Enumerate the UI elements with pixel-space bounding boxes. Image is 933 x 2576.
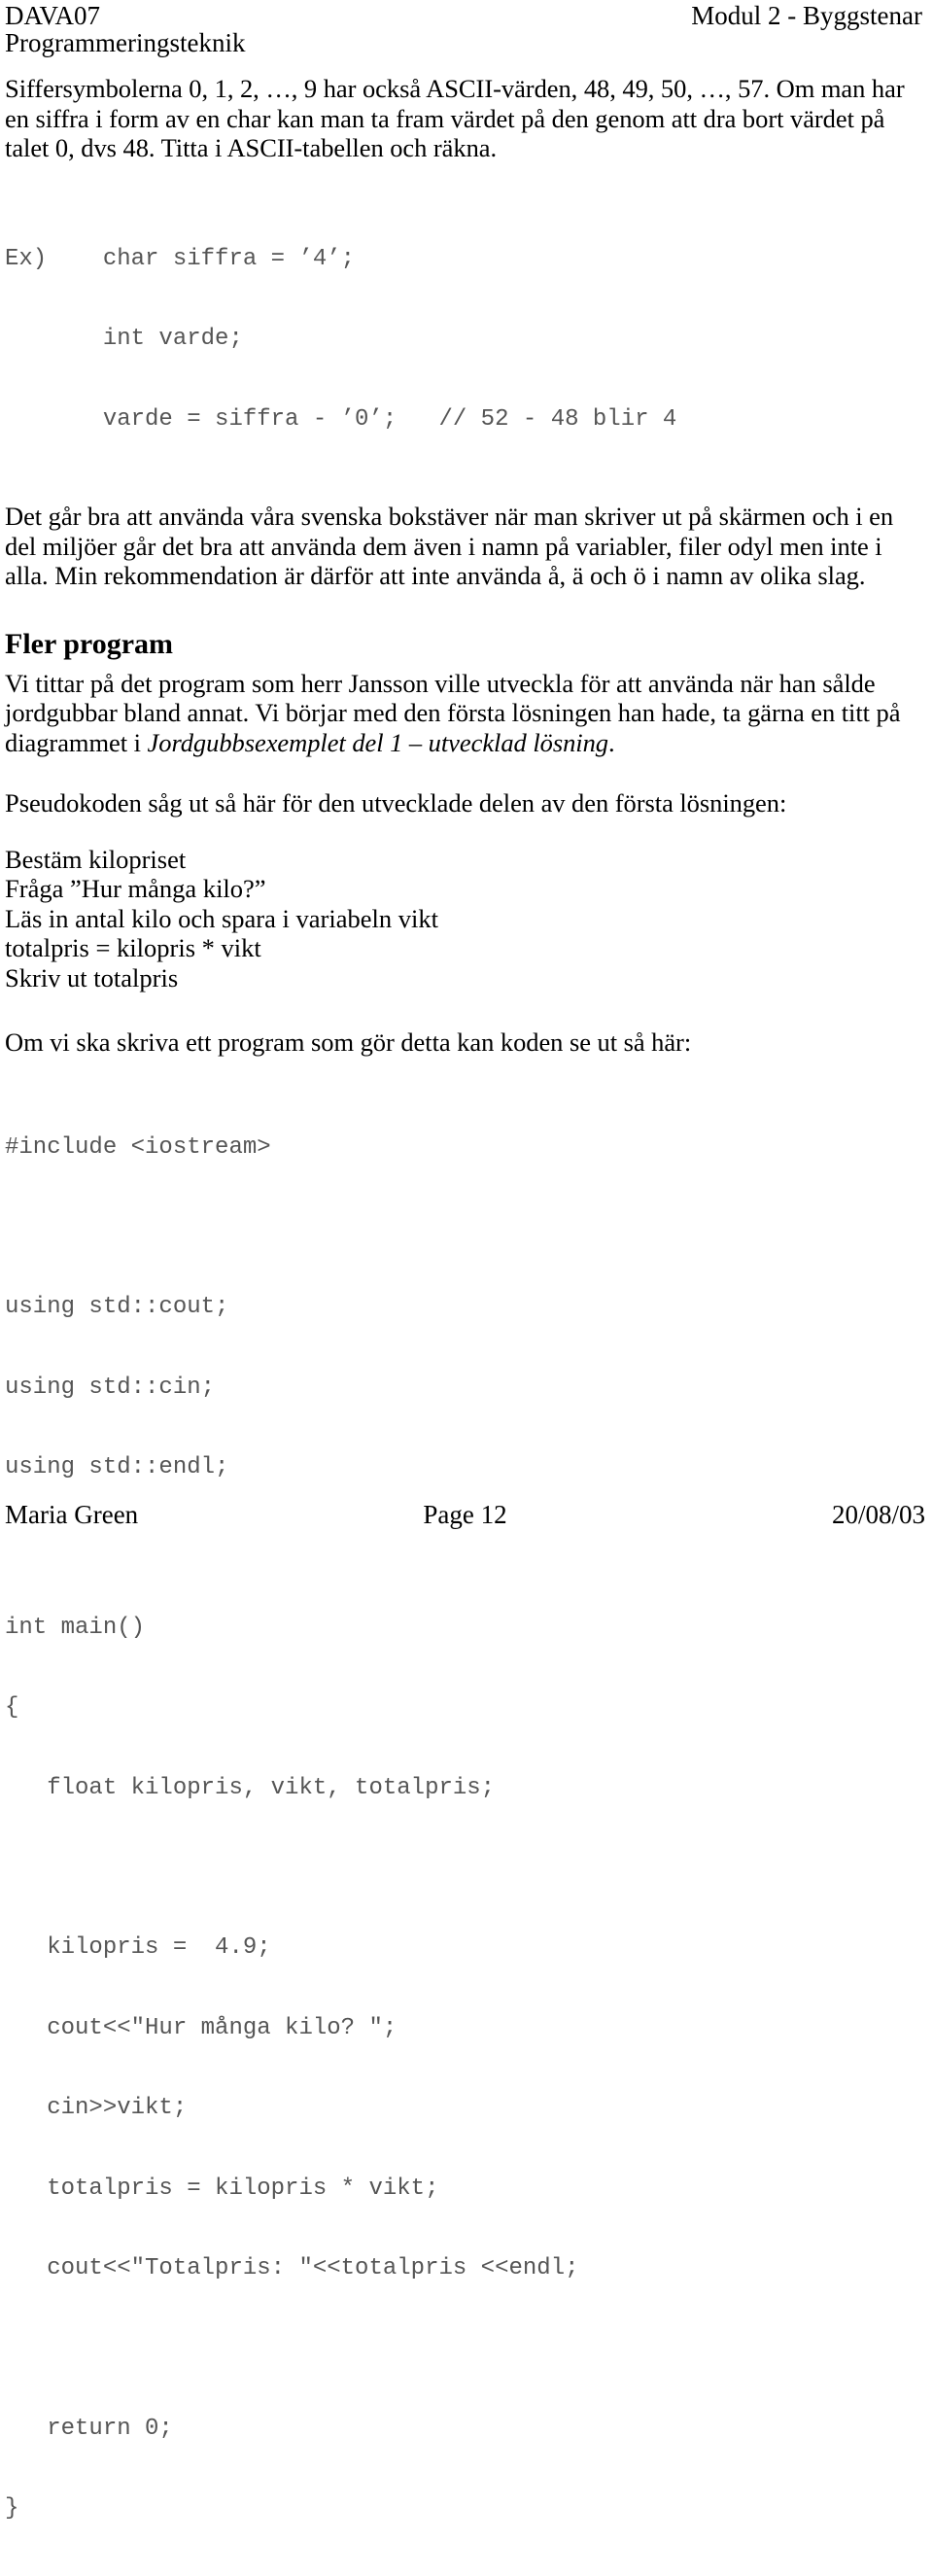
jordgubbsexemplet-reference: Jordgubbsexemplet del 1 – utvecklad lösn… [147,727,609,757]
program-intro-paragraph: Om vi ska skriva ett program som gör det… [5,1027,692,1057]
section-heading-fler-program: Fler program [5,627,174,660]
header-left-block: DAVA07 Programmeringsteknik [5,2,245,56]
intro-paragraph: Siffersymbolerna 0, 1, 2, …, 9 har också… [5,74,905,162]
page-header: DAVA07 Programmeringsteknik Modul 2 - By… [5,0,925,56]
code-line: varde = siffra - ’0’; // 52 - 48 blir 4 [5,405,677,433]
jansson-paragraph: Vi tittar på det program som herr Jansso… [5,669,925,758]
page-footer: Maria Green Page 12 20/08/03 [5,1499,925,1530]
course-code: DAVA07 [5,1,101,30]
code-line: float kilopris, vikt, totalpris; [5,1774,496,1801]
pseudocode-line: Skriv ut totalpris [5,962,179,992]
code-line: using std::cout; [5,1294,229,1320]
code-line: #include <iostream> [5,1133,271,1161]
code-line: int varde; [5,326,243,352]
course-subject: Programmeringsteknik [5,28,246,57]
code-line: Ex) char siffra = ’4’; [5,245,356,272]
pseudocode-block: Bestäm kilopriset Fråga ”Hur många kilo?… [5,818,925,993]
swedish-characters-paragraph: Det går bra att använda våra svenska bok… [5,502,894,590]
jansson-text-part2: . [608,727,615,757]
pseudocode-line: Läs in antal kilo och spara i variabeln … [5,903,438,933]
pseudocode-intro-paragraph: Pseudokoden såg ut så här för den utveck… [5,788,787,818]
ascii-example-code-block: Ex) char siffra = ’4’; int varde; varde … [5,163,925,487]
cpp-program-code-block: #include <iostream> using std::cout; usi… [5,1058,925,2576]
code-line: totalpris = kilopris * vikt; [5,2175,439,2202]
footer-date: 20/08/03 [831,1500,925,1529]
footer-page-number: Page 12 [423,1500,507,1529]
code-line: cout<<"Totalpris: "<<totalpris <<endl; [5,2255,579,2281]
code-line: { [5,1694,19,1721]
code-line: return 0; [5,2415,173,2442]
code-line: kilopris = 4.9; [5,1934,271,1961]
pseudocode-line: totalpris = kilopris * vikt [5,933,261,962]
code-line: using std::endl; [5,1454,229,1480]
code-line: cin>>vikt; [5,2095,188,2121]
pseudocode-line: Bestäm kilopriset [5,844,187,874]
pseudocode-line: Fråga ”Hur många kilo?” [5,874,266,903]
code-line: using std::cin; [5,1374,216,1401]
document-page: DAVA07 Programmeringsteknik Modul 2 - By… [0,0,933,2522]
code-line: int main() [5,1614,146,1641]
code-line: } [5,2495,19,2522]
module-title: Modul 2 - Byggstenar [691,1,922,30]
code-line: cout<<"Hur många kilo? "; [5,2014,397,2041]
